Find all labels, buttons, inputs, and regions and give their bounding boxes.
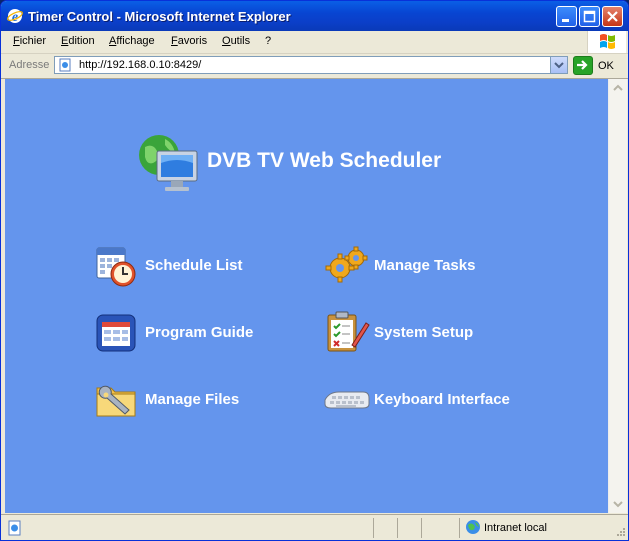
address-dropdown-button[interactable] — [550, 57, 567, 73]
arrow-right-icon — [577, 60, 588, 70]
browser-window: e Timer Control - Microsoft Internet Exp… — [0, 0, 629, 541]
address-label: Adresse — [9, 59, 50, 71]
schedule-list-link[interactable]: Schedule List — [93, 242, 293, 292]
go-label[interactable]: OK — [598, 60, 614, 72]
windows-flag-logo — [587, 31, 626, 53]
manage-tasks-link[interactable]: Manage Tasks — [322, 242, 522, 292]
manage-files-label[interactable]: Manage Files — [145, 391, 239, 408]
status-separator — [397, 518, 398, 538]
page-icon — [59, 58, 71, 72]
page-content: DVB TV Web Scheduler Schedule List Manag… — [5, 79, 608, 513]
status-separator — [373, 518, 374, 538]
page-header: DVB TV Web Scheduler — [135, 131, 485, 201]
address-input[interactable]: http://192.168.0.10:8429/ — [54, 56, 568, 74]
chevron-up-icon — [613, 84, 623, 91]
menu-edition[interactable]: Edition — [61, 35, 95, 47]
minimize-icon — [562, 19, 569, 22]
go-button[interactable] — [573, 56, 593, 75]
menu-fichier[interactable]: Fichier — [13, 35, 46, 47]
system-setup-label[interactable]: System Setup — [374, 324, 473, 341]
chevron-down-icon — [613, 501, 623, 508]
menu-outils[interactable]: Outils — [222, 35, 250, 47]
keyboard-icon — [324, 391, 370, 409]
status-bar: Intranet local — [1, 514, 628, 540]
security-zone-label: Intranet local — [484, 522, 547, 534]
calendar-clock-icon — [96, 247, 136, 287]
windows-flag-icon — [600, 34, 615, 49]
window-title: Timer Control - Microsoft Internet Explo… — [28, 9, 291, 24]
address-bar: Adresse http://192.168.0.10:8429/ OK — [1, 54, 628, 79]
resize-grip-icon[interactable] — [614, 527, 626, 539]
globe-monitor-icon — [139, 135, 198, 191]
folder-wrench-icon — [96, 385, 136, 417]
menu-affichage[interactable]: Affichage — [109, 35, 155, 47]
chevron-down-icon — [554, 62, 564, 69]
scroll-down-button[interactable] — [610, 496, 626, 512]
schedule-list-label[interactable]: Schedule List — [145, 257, 243, 274]
menu-bar: Fichier Edition Affichage Favoris Outils… — [1, 31, 628, 54]
page-title: DVB TV Web Scheduler — [207, 149, 442, 172]
manage-files-link[interactable]: Manage Files — [93, 376, 293, 426]
program-guide-label[interactable]: Program Guide — [145, 324, 253, 341]
page-status-icon — [8, 520, 21, 536]
close-button[interactable] — [602, 6, 623, 27]
vertical-scrollbar[interactable] — [608, 79, 627, 513]
program-guide-link[interactable]: Program Guide — [93, 309, 293, 359]
menu-favoris[interactable]: Favoris — [171, 35, 207, 47]
close-icon — [607, 11, 618, 22]
manage-tasks-label[interactable]: Manage Tasks — [374, 257, 475, 274]
program-guide-icon — [96, 314, 136, 352]
ie-logo-icon: e — [7, 9, 23, 24]
title-bar: e Timer Control - Microsoft Internet Exp… — [1, 1, 628, 31]
status-separator — [421, 518, 422, 538]
system-setup-link[interactable]: System Setup — [322, 309, 522, 359]
scroll-up-button[interactable] — [610, 80, 626, 96]
address-url: http://192.168.0.10:8429/ — [79, 59, 202, 71]
keyboard-interface-link[interactable]: Keyboard Interface — [322, 376, 552, 426]
intranet-zone-icon — [466, 520, 480, 534]
maximize-icon — [583, 10, 596, 23]
maximize-button[interactable] — [579, 6, 600, 27]
status-separator — [459, 518, 460, 538]
menu-help[interactable]: ? — [265, 35, 271, 47]
clipboard-checklist-icon — [327, 311, 370, 352]
gears-icon — [325, 246, 368, 283]
keyboard-interface-label[interactable]: Keyboard Interface — [374, 391, 510, 408]
minimize-button[interactable] — [556, 6, 577, 27]
